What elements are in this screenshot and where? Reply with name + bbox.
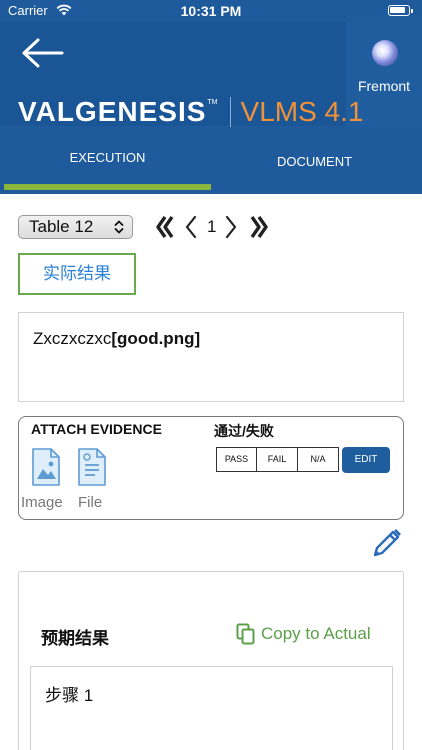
attach-evidence-title: ATTACH EVIDENCE bbox=[31, 421, 162, 437]
pager: 1 bbox=[155, 212, 275, 242]
copy-icon bbox=[236, 623, 255, 645]
next-page-icon[interactable] bbox=[223, 212, 239, 242]
copy-to-actual-label: Copy to Actual bbox=[261, 624, 371, 643]
image-label[interactable]: Image bbox=[21, 494, 63, 511]
trademark-mark: TM bbox=[207, 98, 218, 106]
edit-button[interactable]: EDIT bbox=[342, 447, 390, 473]
chevron-updown-icon bbox=[114, 220, 124, 234]
actual-result-field[interactable]: Zxczxczxc[good.png] bbox=[18, 312, 404, 402]
app-header: Fremont VALGENESIS TM VLMS 4.1 EXECUTION… bbox=[0, 22, 422, 194]
product-name: VLMS 4.1 bbox=[240, 96, 364, 127]
actual-result-text: Zxczxczxc[good.png] bbox=[33, 329, 200, 349]
image-icon[interactable] bbox=[29, 447, 63, 487]
pass-fail-title: 通过/失败 bbox=[214, 423, 274, 439]
na-button[interactable]: N/A bbox=[298, 447, 339, 472]
user-name: Fremont bbox=[357, 78, 411, 94]
brand-name: VALGENESIS bbox=[18, 96, 207, 127]
table-select-value: Table 12 bbox=[29, 217, 94, 236]
file-icon[interactable] bbox=[75, 447, 109, 487]
step-text: 步骤 1 bbox=[45, 686, 94, 705]
app-logo: VALGENESIS TM VLMS 4.1 bbox=[18, 96, 363, 128]
expected-result-title: 预期结果 bbox=[41, 629, 109, 648]
battery-icon bbox=[388, 5, 413, 16]
page-number: 1 bbox=[207, 217, 217, 236]
expected-result-field[interactable]: 步骤 1 bbox=[30, 666, 393, 750]
actual-result-value: Zxczxczxc bbox=[33, 329, 112, 348]
last-page-icon[interactable] bbox=[249, 212, 269, 242]
file-label[interactable]: File bbox=[78, 494, 102, 511]
tab-document-label: DOCUMENT bbox=[276, 154, 353, 169]
expected-result-panel: 预期结果 Copy to Actual 步骤 1 bbox=[18, 571, 404, 750]
status-bar: Carrier 10:31 PM bbox=[0, 0, 422, 22]
pass-button[interactable]: PASS bbox=[216, 447, 257, 472]
tab-execution-label: EXECUTION bbox=[69, 150, 146, 165]
first-page-icon[interactable] bbox=[155, 212, 175, 242]
pencil-icon[interactable] bbox=[370, 526, 404, 560]
logo-divider bbox=[229, 97, 231, 127]
status-time: 10:31 PM bbox=[180, 3, 242, 19]
tab-document[interactable]: DOCUMENT bbox=[211, 150, 418, 194]
attachment-filename[interactable]: [good.png] bbox=[111, 329, 200, 348]
arrow-left-icon[interactable] bbox=[20, 36, 66, 70]
attach-evidence-panel: ATTACH EVIDENCE 通过/失败 Image File PASS FA… bbox=[18, 416, 404, 520]
previous-page-icon[interactable] bbox=[183, 212, 199, 242]
active-tab-indicator bbox=[4, 184, 211, 190]
actual-result-button[interactable]: 实际结果 bbox=[18, 253, 136, 295]
table-select[interactable]: Table 12 bbox=[18, 215, 133, 239]
avatar bbox=[372, 40, 398, 66]
copy-to-actual-button[interactable]: Copy to Actual bbox=[236, 622, 371, 646]
fail-button[interactable]: FAIL bbox=[257, 447, 298, 472]
